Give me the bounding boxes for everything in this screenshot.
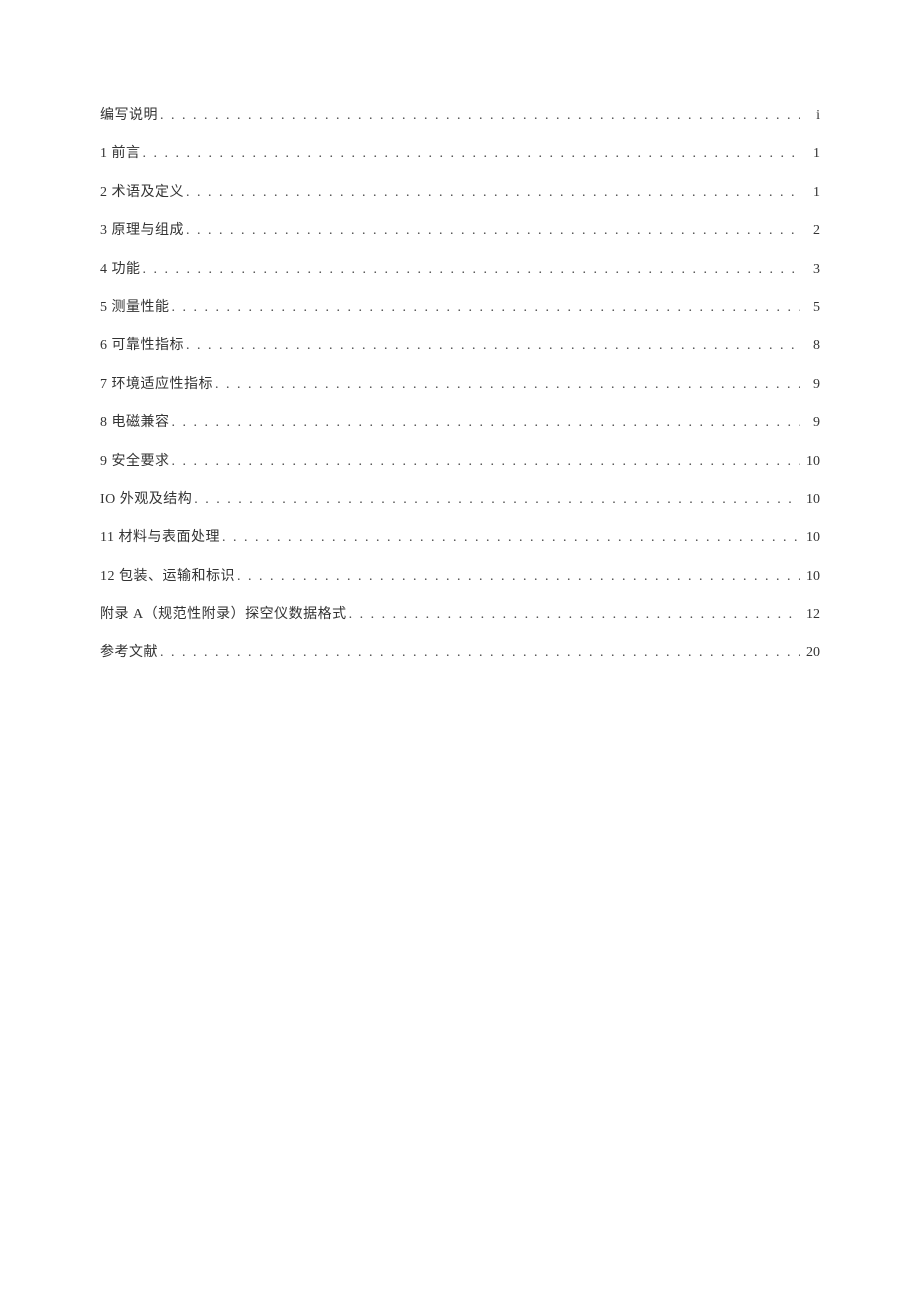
toc-entry: IO 外观及结构 . . . . . . . . . . . . . . . .…	[100, 489, 820, 511]
toc-leader-dots: . . . . . . . . . . . . . . . . . . . . …	[172, 412, 801, 434]
toc-entry-page: 9	[802, 412, 820, 434]
toc-entry-page: 1	[802, 182, 820, 204]
toc-entry-page: 10	[802, 489, 820, 511]
toc-entry-page: 20	[802, 642, 820, 664]
toc-entry: 1 前言 . . . . . . . . . . . . . . . . . .…	[100, 143, 820, 165]
toc-entry-title: 3 原理与组成	[100, 220, 184, 242]
toc-entry: 4 功能 . . . . . . . . . . . . . . . . . .…	[100, 259, 820, 281]
toc-entry-title: 5 测量性能	[100, 297, 170, 319]
toc-entry-title: 附录 A（规范性附录）探空仪数据格式	[100, 604, 347, 626]
toc-entry: 编写说明 . . . . . . . . . . . . . . . . . .…	[100, 105, 820, 127]
toc-leader-dots: . . . . . . . . . . . . . . . . . . . . …	[194, 489, 800, 511]
toc-entry-title: 7 环境适应性指标	[100, 374, 213, 396]
toc-entry: 9 安全要求 . . . . . . . . . . . . . . . . .…	[100, 451, 820, 473]
toc-entry-title: 2 术语及定义	[100, 182, 184, 204]
toc-entry-page: 12	[802, 604, 820, 626]
toc-leader-dots: . . . . . . . . . . . . . . . . . . . . …	[172, 297, 801, 319]
toc-entry-page: 10	[802, 527, 820, 549]
toc-entry-title: 6 可靠性指标	[100, 335, 184, 357]
table-of-contents: 编写说明 . . . . . . . . . . . . . . . . . .…	[100, 105, 820, 665]
toc-leader-dots: . . . . . . . . . . . . . . . . . . . . …	[143, 259, 801, 281]
toc-entry-page: 10	[802, 566, 820, 588]
toc-entry-title: 12 包装、运输和标识	[100, 566, 235, 588]
toc-leader-dots: . . . . . . . . . . . . . . . . . . . . …	[237, 566, 800, 588]
toc-entry: 2 术语及定义 . . . . . . . . . . . . . . . . …	[100, 182, 820, 204]
toc-entry: 3 原理与组成 . . . . . . . . . . . . . . . . …	[100, 220, 820, 242]
toc-entry: 11 材料与表面处理 . . . . . . . . . . . . . . .…	[100, 527, 820, 549]
toc-leader-dots: . . . . . . . . . . . . . . . . . . . . …	[143, 143, 801, 165]
toc-leader-dots: . . . . . . . . . . . . . . . . . . . . …	[160, 105, 800, 127]
toc-entry: 6 可靠性指标 . . . . . . . . . . . . . . . . …	[100, 335, 820, 357]
toc-entry: 12 包装、运输和标识 . . . . . . . . . . . . . . …	[100, 566, 820, 588]
toc-entry: 7 环境适应性指标 . . . . . . . . . . . . . . . …	[100, 374, 820, 396]
toc-entry: 参考文献 . . . . . . . . . . . . . . . . . .…	[100, 642, 820, 664]
toc-entry-title: 8 电磁兼容	[100, 412, 170, 434]
toc-entry-title: 4 功能	[100, 259, 141, 281]
toc-entry-page: i	[802, 105, 820, 127]
toc-entry-page: 3	[802, 259, 820, 281]
toc-leader-dots: . . . . . . . . . . . . . . . . . . . . …	[349, 604, 800, 626]
toc-entry: 8 电磁兼容 . . . . . . . . . . . . . . . . .…	[100, 412, 820, 434]
toc-entry-page: 9	[802, 374, 820, 396]
toc-entry-page: 8	[802, 335, 820, 357]
toc-entry-title: 9 安全要求	[100, 451, 170, 473]
toc-entry-page: 10	[802, 451, 820, 473]
toc-entry-title: 参考文献	[100, 642, 158, 664]
toc-leader-dots: . . . . . . . . . . . . . . . . . . . . …	[222, 527, 800, 549]
toc-leader-dots: . . . . . . . . . . . . . . . . . . . . …	[215, 374, 800, 396]
toc-entry-title: 11 材料与表面处理	[100, 527, 220, 549]
toc-entry-page: 5	[802, 297, 820, 319]
toc-leader-dots: . . . . . . . . . . . . . . . . . . . . …	[172, 451, 801, 473]
toc-entry-page: 2	[802, 220, 820, 242]
toc-entry-title: 1 前言	[100, 143, 141, 165]
toc-entry-page: 1	[802, 143, 820, 165]
toc-entry: 5 测量性能 . . . . . . . . . . . . . . . . .…	[100, 297, 820, 319]
toc-entry: 附录 A（规范性附录）探空仪数据格式 . . . . . . . . . . .…	[100, 604, 820, 626]
toc-entry-title: IO 外观及结构	[100, 489, 192, 511]
toc-leader-dots: . . . . . . . . . . . . . . . . . . . . …	[160, 642, 800, 664]
toc-leader-dots: . . . . . . . . . . . . . . . . . . . . …	[186, 335, 800, 357]
toc-leader-dots: . . . . . . . . . . . . . . . . . . . . …	[186, 182, 800, 204]
toc-leader-dots: . . . . . . . . . . . . . . . . . . . . …	[186, 220, 800, 242]
toc-entry-title: 编写说明	[100, 105, 158, 127]
